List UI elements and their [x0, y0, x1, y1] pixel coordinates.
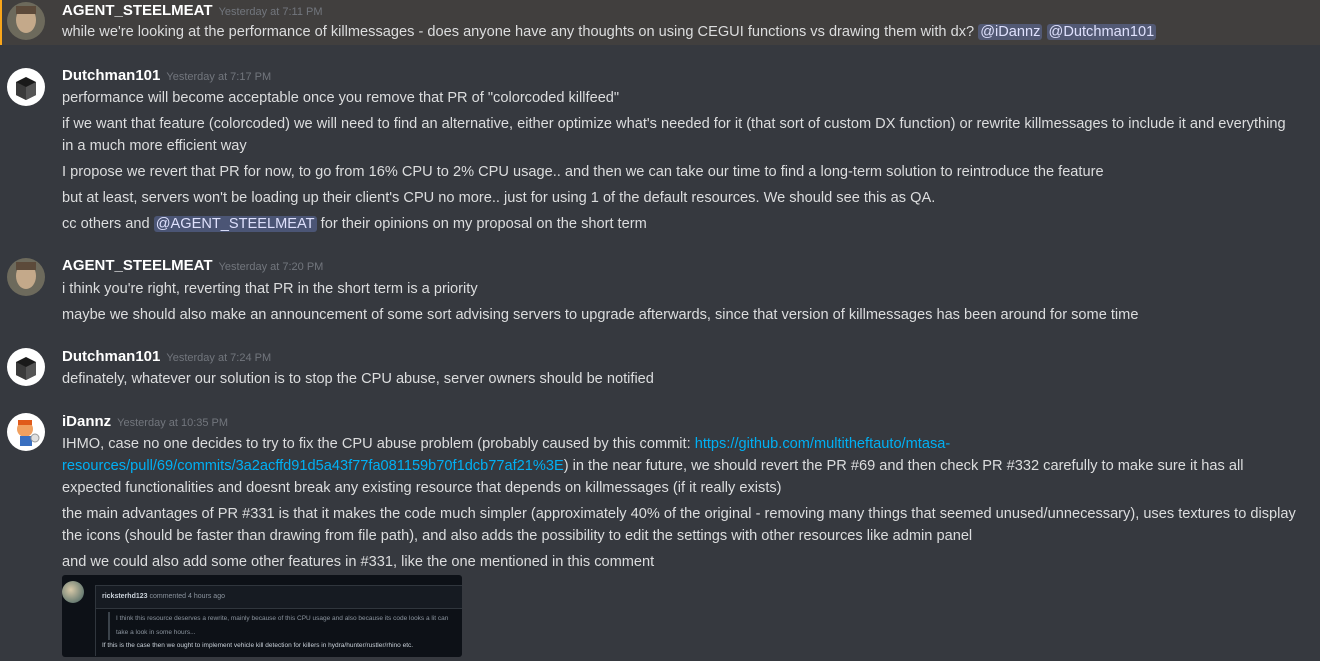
timestamp: Yesterday at 7:11 PM: [218, 6, 323, 18]
comment-text: If this is the case then we ought to imp…: [102, 642, 414, 649]
message-text-body: IHMO, case no one decides to try to fix …: [62, 436, 691, 452]
message-text-body: while we're looking at the performance o…: [62, 24, 975, 40]
message-group-2: Dutchman101 Yesterday at 7:17 PM performa…: [0, 60, 1320, 240]
username[interactable]: Dutchman101: [62, 348, 160, 365]
comment-quote: I think this resource deserves a rewrite…: [108, 612, 462, 640]
message-text: maybe we should also make an announcemen…: [62, 307, 1139, 323]
username[interactable]: AGENT_STEELMEAT: [62, 257, 213, 274]
message-text-body: cc others and: [62, 216, 150, 232]
message-text: while we're looking at the performance o…: [62, 21, 1300, 43]
username[interactable]: AGENT_STEELMEAT: [62, 2, 213, 19]
message-group-3: AGENT_STEELMEAT Yesterday at 7:20 PM i th…: [0, 250, 1320, 330]
comment-author: ricksterhd123: [102, 593, 148, 600]
username[interactable]: iDannz: [62, 413, 111, 430]
message-text: i think you're right, reverting that PR …: [62, 281, 478, 297]
message-text: performance will become acceptable once …: [62, 90, 620, 106]
comment-header: ricksterhd123 commented 4 hours ago: [95, 585, 462, 609]
timestamp: Yesterday at 7:24 PM: [166, 352, 272, 364]
message-text: if we want that feature (colorcoded) we …: [62, 116, 1286, 154]
message-text: the main advantages of PR #331 is that i…: [62, 506, 1296, 544]
user-avatar[interactable]: [7, 413, 45, 451]
message-text: I propose we revert that PR for now, to …: [62, 164, 1104, 180]
user-avatar[interactable]: [7, 68, 45, 106]
timestamp: Yesterday at 7:17 PM: [166, 71, 272, 83]
message-text: definately, whatever our solution is to …: [62, 371, 654, 387]
timestamp: Yesterday at 7:20 PM: [218, 261, 324, 273]
comment-meta: commented 4 hours ago: [149, 593, 225, 600]
message-text: cc others and @AGENT_STEELMEAT for their…: [62, 213, 1300, 235]
username[interactable]: Dutchman101: [62, 67, 160, 84]
mention-idannz[interactable]: @iDannz: [978, 24, 1043, 40]
commenter-avatar: [62, 581, 84, 603]
message-text: but at least, servers won't be loading u…: [62, 190, 936, 206]
message-group-4: Dutchman101 Yesterday at 7:24 PM definate…: [0, 340, 1320, 395]
message-text: and we could also add some other feature…: [62, 554, 655, 570]
mention-agent-steelmeat[interactable]: @AGENT_STEELMEAT: [153, 216, 317, 232]
message-text-body: for their opinions on my proposal on the…: [320, 216, 647, 232]
user-avatar[interactable]: [7, 2, 45, 40]
image-attachment[interactable]: ricksterhd123 commented 4 hours ago I th…: [62, 575, 462, 657]
mention-dutchman101[interactable]: @Dutchman101: [1046, 24, 1157, 40]
comment-body: I think this resource deserves a rewrite…: [95, 608, 462, 656]
message-group-1: AGENT_STEELMEAT Yesterday at 7:11 PM whil…: [0, 0, 1320, 45]
message-text: IHMO, case no one decides to try to fix …: [62, 433, 1300, 499]
user-avatar[interactable]: [7, 258, 45, 296]
user-avatar[interactable]: [7, 348, 45, 386]
timestamp: Yesterday at 10:35 PM: [117, 417, 229, 429]
